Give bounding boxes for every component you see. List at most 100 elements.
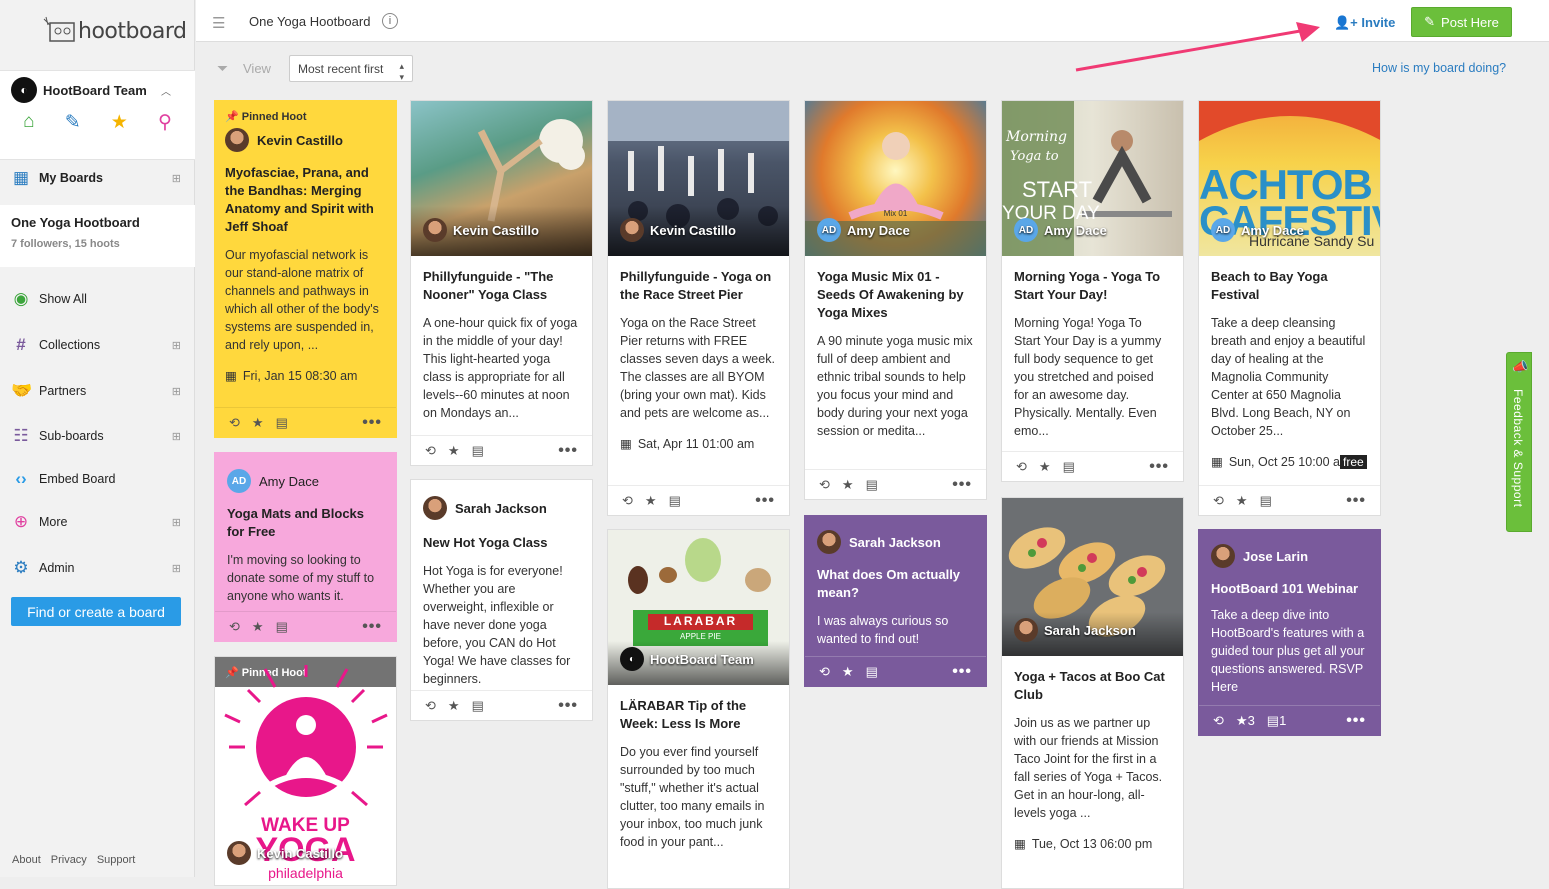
star-icon[interactable]: ★ <box>1236 493 1248 509</box>
hoot-card[interactable]: Kevin Castillo Phillyfunguide - Yoga on … <box>607 100 790 516</box>
card-author[interactable]: Jose Larin <box>1211 544 1368 568</box>
current-board-card[interactable]: One Yoga Hootboard 7 followers, 15 hoots <box>0 205 195 267</box>
expand-icon[interactable]: ⊞ <box>172 430 181 443</box>
nav-sub-boards[interactable]: ☷ Sub-boards ⊞ <box>0 419 195 453</box>
feedback-tab[interactable]: 📣 Feedback & Support <box>1506 352 1532 532</box>
comment-icon[interactable]: ▤1 <box>1267 713 1287 729</box>
post-here-button[interactable]: ✎ Post Here <box>1411 7 1512 37</box>
more-icon[interactable]: ••• <box>362 414 382 432</box>
star-icon[interactable]: ★ <box>252 415 264 431</box>
rehoot-icon[interactable]: ⟲ <box>1213 493 1224 509</box>
team-switcher[interactable]: ◐ HootBoard Team <box>11 77 147 103</box>
card-author[interactable]: Sarah Jackson <box>1014 618 1136 642</box>
more-icon[interactable]: ••• <box>558 697 578 715</box>
rehoot-icon[interactable]: ⟲ <box>425 698 436 714</box>
card-author[interactable]: ◐ HootBoard Team <box>620 647 754 671</box>
home-icon[interactable]: ⌂ <box>23 111 34 134</box>
card-author[interactable]: AD Amy Dace <box>1014 218 1107 242</box>
more-icon[interactable]: ••• <box>1149 458 1169 476</box>
more-icon[interactable]: ••• <box>952 476 972 494</box>
star-icon[interactable]: ★ <box>448 698 460 714</box>
expand-icon[interactable]: ⊞ <box>172 339 181 352</box>
card-author[interactable]: Kevin Castillo <box>227 841 343 865</box>
edit-icon[interactable]: ✎ <box>65 111 81 134</box>
footer-link-privacy[interactable]: Privacy <box>51 854 87 866</box>
sort-select[interactable]: Most recent first ▴ ▾ <box>289 55 413 82</box>
info-icon[interactable]: i <box>382 13 398 29</box>
nav-partners[interactable]: 🤝 Partners ⊞ <box>0 374 195 408</box>
comment-icon[interactable]: ▤ <box>276 415 288 431</box>
comment-icon[interactable]: ▤ <box>866 664 878 680</box>
hoot-card[interactable]: Jose Larin HootBoard 101 Webinar Take a … <box>1198 529 1381 736</box>
card-author[interactable]: Kevin Castillo <box>225 128 386 152</box>
more-icon[interactable]: ••• <box>362 618 382 636</box>
card-author[interactable]: Sarah Jackson <box>817 530 974 554</box>
star-icon[interactable]: ★3 <box>1236 713 1255 729</box>
nav-my-boards[interactable]: ▦ My Boards ⊞ <box>0 161 195 195</box>
comment-icon[interactable]: ▤ <box>669 493 681 509</box>
hoot-card[interactable]: Mix 01 AD Amy Dace Yoga Music Mix 01 - Se… <box>804 100 987 500</box>
card-author[interactable]: AD Amy Dace <box>1211 218 1304 242</box>
card-author[interactable]: AD Amy Dace <box>817 218 910 242</box>
hoot-card[interactable]: Kevin Castillo Phillyfunguide - "The Noo… <box>410 100 593 466</box>
rehoot-icon[interactable]: ⟲ <box>819 664 830 680</box>
hoot-card[interactable]: ACHTOB CAFESTIV Hurricane Sandy Su AD Amy… <box>1198 100 1381 516</box>
rehoot-icon[interactable]: ⟲ <box>229 619 240 635</box>
hoot-card[interactable]: Sarah Jackson Yoga + Tacos at Boo Cat Cl… <box>1001 497 1184 889</box>
hoot-card[interactable]: Sarah Jackson What does Om actually mean… <box>804 515 987 687</box>
card-author[interactable]: AD Amy Dace <box>227 469 384 493</box>
hootboard-logo[interactable]: hootboard <box>40 14 187 48</box>
nav-collections[interactable]: # Collections ⊞ <box>0 328 195 362</box>
nav-show-all[interactable]: ◉ Show All <box>0 282 195 316</box>
invite-button[interactable]: 👤+ Invite <box>1334 15 1395 31</box>
rehoot-icon[interactable]: ⟲ <box>425 443 436 459</box>
rehoot-icon[interactable]: ⟲ <box>229 415 240 431</box>
hoot-card[interactable]: 📌 Pinned Hoot WAKE UP YOGA philadelphia … <box>214 656 397 886</box>
more-icon[interactable]: ••• <box>1346 712 1366 730</box>
hoot-card[interactable]: Morning Yoga to START YOUR DAY AD Amy Dac… <box>1001 100 1184 482</box>
nav-admin[interactable]: ⚙ Admin ⊞ <box>0 551 195 585</box>
footer-link-support[interactable]: Support <box>97 854 136 866</box>
board-stats-link[interactable]: How is my board doing? <box>1372 61 1506 75</box>
hoot-card[interactable]: LARABAR APPLE PIE ◐ HootBoard Team LÄRABA… <box>607 529 790 889</box>
comment-icon[interactable]: ▤ <box>1260 493 1272 509</box>
more-icon[interactable]: ••• <box>952 663 972 681</box>
card-author[interactable]: Sarah Jackson <box>423 496 580 520</box>
comment-icon[interactable]: ▤ <box>472 443 484 459</box>
view-label[interactable]: View <box>243 61 271 76</box>
expand-icon[interactable]: ⊞ <box>172 516 181 529</box>
rehoot-icon[interactable]: ⟲ <box>819 477 830 493</box>
filter-icon[interactable]: ⏷ <box>217 60 228 77</box>
star-icon[interactable]: ★ <box>111 111 128 134</box>
rehoot-icon[interactable]: ⟲ <box>1213 713 1224 729</box>
rehoot-icon[interactable]: ⟲ <box>1016 459 1027 475</box>
more-icon[interactable]: ••• <box>558 442 578 460</box>
comment-icon[interactable]: ▤ <box>276 619 288 635</box>
menu-icon[interactable]: ☰ <box>212 14 225 32</box>
hoot-card[interactable]: Sarah Jackson New Hot Yoga Class Hot Yog… <box>410 479 593 721</box>
card-author[interactable]: Kevin Castillo <box>423 218 539 242</box>
more-icon[interactable]: ••• <box>755 492 775 510</box>
comment-icon[interactable]: ▤ <box>1063 459 1075 475</box>
star-icon[interactable]: ★ <box>448 443 460 459</box>
hoot-card[interactable]: 📌 Pinned Hoot Kevin Castillo Myofasciae,… <box>214 100 397 438</box>
comment-icon[interactable]: ▤ <box>866 477 878 493</box>
star-icon[interactable]: ★ <box>645 493 657 509</box>
card-author[interactable]: Kevin Castillo <box>620 218 736 242</box>
location-icon[interactable]: ⚲ <box>158 111 172 134</box>
find-or-create-board-button[interactable]: Find or create a board <box>11 597 181 626</box>
footer-link-about[interactable]: About <box>12 854 41 866</box>
star-icon[interactable]: ★ <box>1039 459 1051 475</box>
nav-embed-board[interactable]: ‹› Embed Board <box>0 462 195 496</box>
nav-more[interactable]: ⊕ More ⊞ <box>0 505 195 539</box>
hoot-card[interactable]: AD Amy Dace Yoga Mats and Blocks for Free… <box>214 452 397 642</box>
star-icon[interactable]: ★ <box>252 619 264 635</box>
expand-icon[interactable]: ⊞ <box>172 562 181 575</box>
more-icon[interactable]: ••• <box>1346 492 1366 510</box>
comment-icon[interactable]: ▤ <box>472 698 484 714</box>
expand-icon[interactable]: ⊞ <box>172 172 181 185</box>
star-icon[interactable]: ★ <box>842 664 854 680</box>
rehoot-icon[interactable]: ⟲ <box>622 493 633 509</box>
chevron-up-icon[interactable]: ︿ <box>161 83 171 98</box>
expand-icon[interactable]: ⊞ <box>172 385 181 398</box>
